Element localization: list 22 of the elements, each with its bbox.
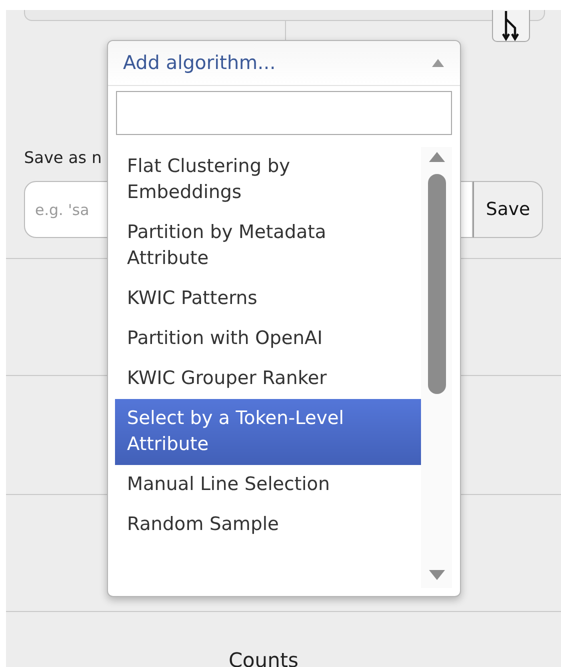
save-button[interactable]: Save — [473, 181, 543, 238]
scroll-up-icon[interactable] — [428, 152, 444, 162]
split-arrows-icon — [500, 11, 522, 41]
section-title: Counts — [228, 648, 300, 667]
scroll-down-icon[interactable] — [428, 570, 444, 580]
save-label: Save as n — [24, 148, 102, 167]
search-field[interactable] — [116, 91, 452, 135]
dropdown-header[interactable]: Add algorithm... — [108, 41, 460, 86]
dropdown-option[interactable]: Partition with OpenAI — [115, 319, 421, 359]
dropdown-option[interactable]: Random Sample — [115, 505, 421, 545]
scrollbar-thumb[interactable] — [428, 174, 446, 394]
dropdown-option[interactable]: KWIC Grouper Ranker — [115, 359, 421, 399]
dropdown-option[interactable]: Select by a Token-Level Attribute — [115, 399, 421, 465]
connector-line — [285, 21, 286, 41]
dropdown-option[interactable]: Flat Clustering by Embeddings — [115, 147, 421, 213]
caret-up-icon — [432, 59, 444, 67]
dropdown-option[interactable]: Partition by Metadata Attribute — [115, 213, 421, 279]
dropdown-title: Add algorithm... — [123, 52, 276, 74]
scrollbar[interactable] — [421, 147, 452, 588]
dropdown-option[interactable]: Manual Line Selection — [115, 465, 421, 505]
dropdown-option[interactable]: KWIC Patterns — [115, 279, 421, 319]
split-button[interactable] — [492, 10, 530, 42]
